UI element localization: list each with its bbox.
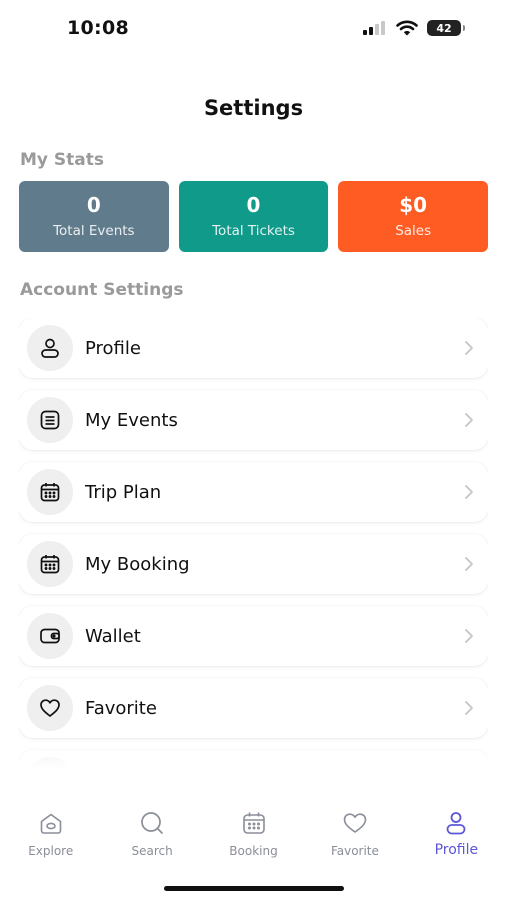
tab-explore[interactable]: Explore — [0, 810, 101, 870]
stat-card-total-events[interactable]: 0 Total Events — [19, 181, 169, 252]
home-indicator — [164, 886, 344, 891]
status-time: 10:08 — [67, 17, 129, 39]
wifi-icon — [396, 20, 418, 36]
search-icon — [139, 810, 165, 836]
account-section-title: Account Settings — [20, 280, 184, 300]
status-icons: 42 — [363, 20, 465, 36]
stat-value: 0 — [86, 192, 101, 217]
tab-favorite[interactable]: Favorite — [304, 810, 405, 870]
settings-item-trip-plan[interactable]: Trip Plan — [19, 462, 488, 522]
stat-label: Total Events — [53, 222, 135, 239]
wallet-icon — [27, 613, 73, 659]
settings-list: Profile My Events Trip Plan My Booking W… — [19, 318, 488, 768]
battery-indicator: 42 — [427, 20, 465, 36]
page-title: Settings — [203, 96, 304, 120]
stat-value: 0 — [246, 192, 261, 217]
tab-label: Favorite — [330, 844, 379, 858]
status-bar: 10:08 42 — [0, 0, 507, 58]
cellular-signal-icon — [363, 21, 385, 35]
tab-profile[interactable]: Profile — [406, 810, 507, 870]
tab-label: Profile — [434, 842, 479, 858]
stat-label: Total Tickets — [212, 222, 295, 239]
stat-value: $0 — [399, 192, 428, 217]
calendar-icon — [27, 469, 73, 515]
stats-section-title: My Stats — [20, 150, 105, 170]
tab-label: Explore — [28, 844, 74, 858]
heart-icon — [27, 685, 73, 731]
calendar-icon — [241, 810, 267, 836]
settings-item-label: Wallet — [85, 625, 141, 647]
stat-label: Sales — [395, 222, 432, 239]
stat-card-total-tickets[interactable]: 0 Total Tickets — [178, 181, 329, 252]
settings-item-label: My Booking — [85, 553, 190, 575]
settings-item-label: Trip Plan — [85, 481, 162, 503]
tab-label: Search — [131, 844, 173, 858]
settings-item-label: Favorite — [85, 697, 157, 719]
stats-row: 0 Total Events 0 Total Tickets $0 Sales — [19, 181, 489, 252]
list-fade-overlay — [19, 744, 488, 768]
user-icon — [27, 325, 73, 371]
settings-item-my-booking[interactable]: My Booking — [19, 534, 488, 594]
chevron-right-icon — [464, 340, 474, 356]
settings-item-my-events[interactable]: My Events — [19, 390, 488, 450]
home-icon — [38, 810, 64, 836]
settings-item-label: My Events — [85, 409, 178, 431]
tab-booking[interactable]: Booking — [203, 810, 304, 870]
chevron-right-icon — [464, 556, 474, 572]
user-icon — [443, 810, 469, 836]
bottom-tab-bar: Explore Search Booking Favorite Profile — [0, 810, 507, 870]
chevron-right-icon — [464, 628, 474, 644]
settings-item-wallet[interactable]: Wallet — [19, 606, 488, 666]
chevron-right-icon — [464, 484, 474, 500]
settings-item-label: Profile — [85, 337, 141, 359]
settings-item-profile[interactable]: Profile — [19, 318, 488, 378]
settings-item-favorite[interactable]: Favorite — [19, 678, 488, 738]
heart-icon — [342, 810, 368, 836]
stat-card-sales[interactable]: $0 Sales — [338, 181, 489, 252]
chevron-right-icon — [464, 700, 474, 716]
list-icon — [27, 397, 73, 443]
tab-label: Booking — [229, 844, 278, 858]
calendar-icon — [27, 541, 73, 587]
tab-search[interactable]: Search — [101, 810, 202, 870]
chevron-right-icon — [464, 412, 474, 428]
